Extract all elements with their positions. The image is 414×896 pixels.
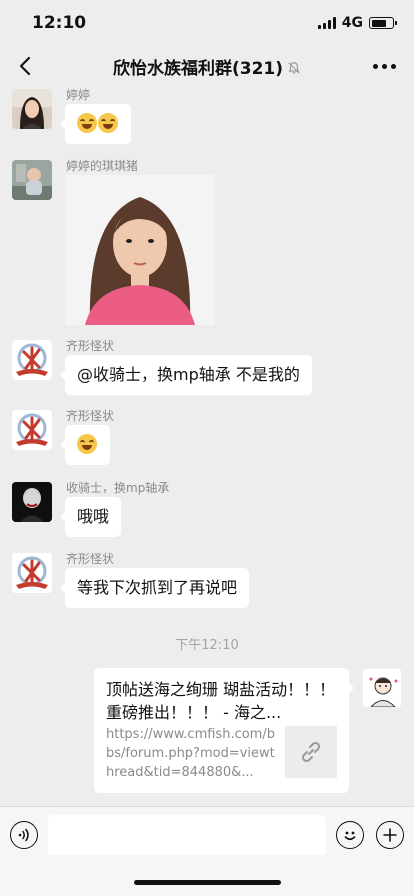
link-title: 顶帖送海之绚珊 瑚盐活动！！！ 重磅推出！！！ - 海之... (106, 680, 336, 722)
avatar[interactable] (12, 553, 52, 593)
home-indicator[interactable] (134, 880, 281, 885)
sender-name: 收骑士，换mp轴承 (66, 481, 170, 495)
voice-icon (18, 828, 29, 842)
add-more-button[interactable] (376, 821, 404, 849)
avatar[interactable] (12, 340, 52, 380)
avatar[interactable] (12, 410, 52, 450)
chat-header: 欣怡水族福利群(321) (0, 44, 414, 88)
sender-name: 婷婷 (66, 88, 91, 102)
sender-name: 齐形怪状 (66, 339, 115, 353)
message-input[interactable] (48, 815, 326, 855)
message-bubble[interactable]: 等我下次抓到了再说吧 (59, 568, 250, 608)
status-bar: 12:10 4G (0, 0, 414, 44)
link-url: https://www.cmfish.com/bbs/forum.php?mod… (106, 727, 275, 780)
message-bubble[interactable] (60, 104, 131, 144)
smiley-icon (344, 831, 356, 841)
chat-title-text: 欣怡水族福利群(321) (112, 59, 284, 79)
mute-bell-icon (288, 62, 300, 74)
avatar[interactable] (12, 160, 52, 200)
voice-input-button[interactable] (10, 821, 38, 849)
emoji-button[interactable] (336, 821, 364, 849)
laugh-cry-emoji-icon (98, 113, 118, 133)
sender-name: 齐形怪状 (66, 552, 115, 566)
sender-name: 婷婷的琪琪猪 (66, 159, 139, 173)
avatar[interactable] (12, 482, 52, 522)
avatar[interactable] (12, 89, 52, 129)
plus-icon (383, 828, 397, 842)
link-thumbnail (285, 726, 337, 778)
message-bubble[interactable]: @收骑士，换mp轴承 不是我的 (60, 355, 312, 395)
chat-title: 欣怡水族福利群(321) (0, 54, 414, 79)
link-card-message[interactable]: 顶帖送海之绚珊 瑚盐活动！！！ 重磅推出！！！ - 海之... https://… (94, 668, 354, 793)
status-time: 12:10 (32, 13, 87, 33)
status-indicators: 4G (317, 15, 397, 31)
my-avatar[interactable] (362, 668, 402, 708)
message-bubble[interactable] (60, 425, 110, 465)
message-bubble[interactable]: 哦哦 (59, 497, 122, 537)
network-type: 4G (341, 15, 363, 31)
smirk-emoji-icon (77, 434, 97, 454)
sender-name: 齐形怪状 (66, 409, 115, 423)
link-icon (301, 741, 321, 763)
battery-icon (369, 17, 397, 29)
time-separator: 下午12:10 (175, 638, 239, 653)
image-message[interactable] (65, 175, 215, 325)
signal-icon (317, 17, 336, 29)
more-options-icon[interactable] (373, 64, 396, 69)
laugh-cry-emoji-icon (77, 113, 97, 133)
